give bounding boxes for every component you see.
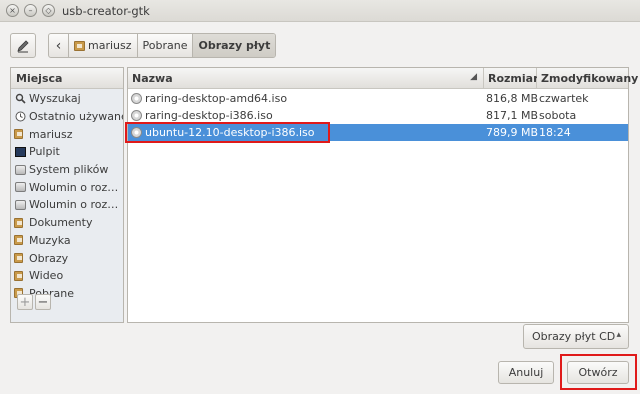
sidebar-item-wyszukaj[interactable]: Wyszukaj (11, 90, 123, 108)
cancel-button[interactable]: Anuluj (498, 361, 554, 384)
column-header-size[interactable]: Rozmiar (484, 68, 539, 89)
open-button[interactable]: Otwórz (567, 361, 629, 384)
folder-icon (14, 253, 23, 264)
sidebar-item-wideo[interactable]: Wideo (11, 267, 123, 285)
sidebar-item-muzyka[interactable]: Muzyka (11, 232, 123, 250)
minimize-icon: – (28, 5, 33, 15)
maximize-icon: ◇ (45, 5, 52, 15)
drive-icon (14, 182, 26, 193)
places-sidebar: Miejsca Wyszukaj Ostatnio używane marius… (10, 67, 124, 323)
clock-icon (14, 111, 26, 122)
file-modified: czwartek (539, 92, 589, 105)
pencil-icon (17, 39, 29, 52)
home-folder-icon (14, 129, 23, 140)
folder-icon (14, 217, 23, 228)
file-name: raring-desktop-i386.iso (145, 109, 273, 122)
sidebar-item-wolumin-1[interactable]: Wolumin o roz… (11, 178, 123, 196)
column-header-name[interactable]: Nazwa ◢ (128, 68, 484, 89)
sidebar-item-system-plikow[interactable]: System plików (11, 161, 123, 179)
sidebar-footer: + − (11, 286, 123, 322)
minimize-window-button[interactable]: – (24, 4, 37, 17)
minus-icon: − (37, 294, 49, 310)
window-title: usb-creator-gtk (62, 4, 150, 18)
title-bar: × – ◇ usb-creator-gtk (0, 0, 640, 22)
desktop-icon (14, 146, 26, 157)
file-list: Nazwa ◢ Rozmiar Zmodyfikowany raring-des… (127, 67, 638, 323)
remove-bookmark-button[interactable]: − (35, 294, 51, 310)
file-modified: 18:24 (539, 126, 571, 139)
file-name: raring-desktop-amd64.iso (145, 92, 288, 105)
sidebar-item-pulpit[interactable]: Pulpit (11, 143, 123, 161)
dropdown-arrow-icon: ▴ (616, 330, 621, 340)
file-name: ubuntu-12.10-desktop-i386.iso (145, 126, 315, 139)
drive-icon (14, 164, 26, 175)
maximize-window-button[interactable]: ◇ (42, 4, 55, 17)
drive-icon (14, 199, 26, 210)
back-button[interactable]: ‹ (49, 34, 69, 57)
disc-image-icon (131, 127, 142, 138)
file-row-selected[interactable]: ubuntu-12.10-desktop-i386.iso 789,9 MB 1… (128, 124, 628, 141)
file-type-filter-select[interactable]: Obrazy płyt CD ▴ (523, 324, 629, 349)
add-bookmark-button[interactable]: + (17, 294, 33, 310)
file-size: 789,9 MB (486, 126, 539, 139)
folder-icon (14, 235, 23, 246)
file-modified: sobota (539, 109, 577, 122)
disc-image-icon (131, 93, 142, 104)
file-size: 817,1 MB (486, 109, 539, 122)
plus-icon: + (19, 294, 31, 310)
sidebar-item-wolumin-2[interactable]: Wolumin o roz… (11, 196, 123, 214)
file-row[interactable]: raring-desktop-i386.iso 817,1 MB sobota (128, 107, 628, 124)
sidebar-item-ostatnio-uzywane[interactable]: Ostatnio używane (11, 108, 123, 126)
sidebar-header: Miejsca (11, 68, 123, 89)
file-row[interactable]: raring-desktop-amd64.iso 816,8 MB czwart… (128, 90, 628, 107)
type-location-button[interactable] (10, 33, 36, 58)
breadcrumb: ‹ mariusz Pobrane Obrazy płyt (48, 33, 277, 58)
sidebar-item-dokumenty[interactable]: Dokumenty (11, 214, 123, 232)
search-icon (14, 93, 26, 104)
folder-icon (14, 270, 23, 281)
file-size: 816,8 MB (486, 92, 539, 105)
sidebar-item-mariusz[interactable]: mariusz (11, 125, 123, 143)
close-icon: × (9, 5, 16, 15)
breadcrumb-item-pobrane[interactable]: Pobrane (138, 34, 194, 57)
breadcrumb-item-mariusz[interactable]: mariusz (69, 34, 138, 57)
chevron-left-icon: ‹ (55, 37, 62, 54)
column-header-modified[interactable]: Zmodyfikowany (537, 68, 638, 89)
sort-arrow-icon: ◢ (470, 72, 477, 82)
breadcrumb-item-obrazy-plyt[interactable]: Obrazy płyt (193, 34, 276, 57)
home-folder-icon (74, 40, 85, 51)
sidebar-item-obrazy[interactable]: Obrazy (11, 249, 123, 267)
close-window-button[interactable]: × (6, 4, 19, 17)
disc-image-icon (131, 110, 142, 121)
